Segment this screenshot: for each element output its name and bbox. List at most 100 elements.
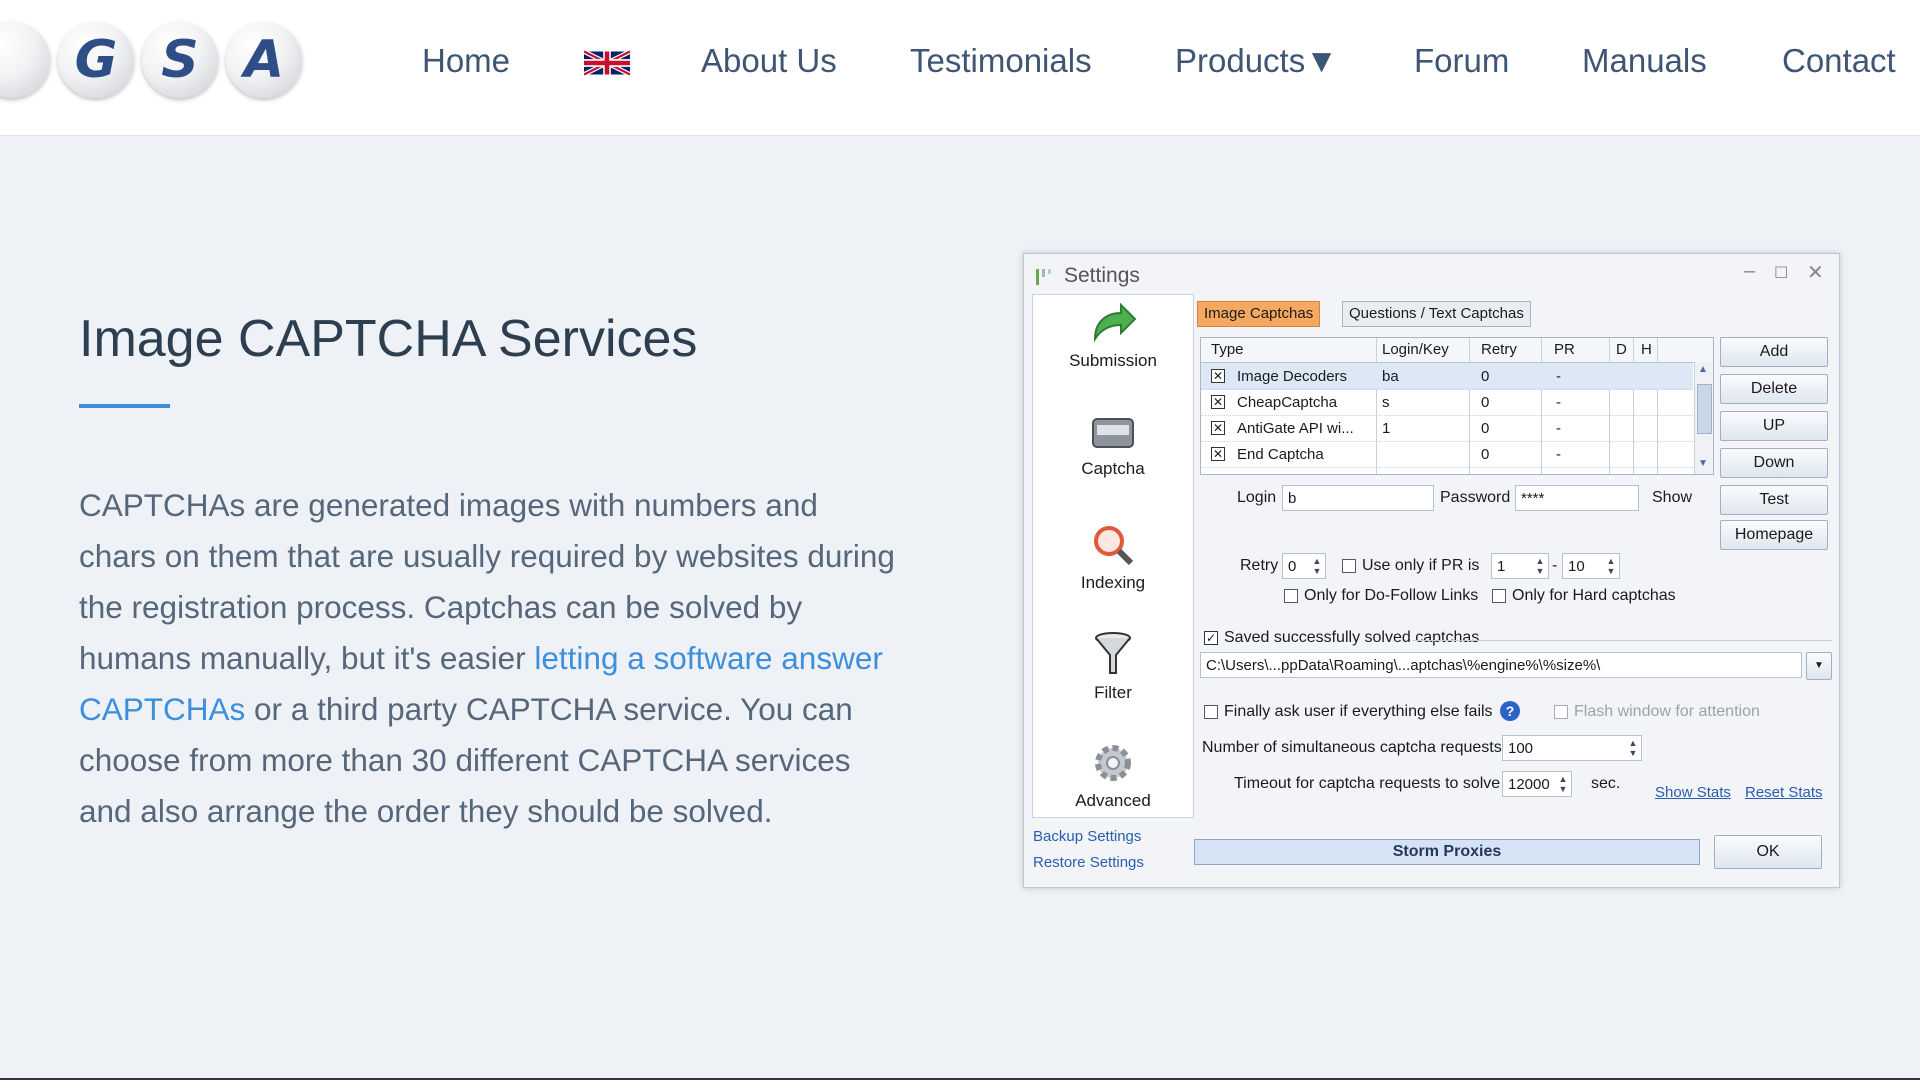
storm-proxies-banner[interactable]: Storm Proxies [1194, 839, 1700, 865]
logo-letter: S [142, 22, 218, 98]
use-only-if-pr-checkbox[interactable] [1342, 559, 1356, 573]
tab-questions-text-captchas[interactable]: Questions / Text Captchas [1342, 301, 1531, 327]
sidebar-item-label: Advanced [1075, 791, 1151, 810]
saved-solved-label: Saved successfully solved captchas [1224, 629, 1480, 646]
test-button[interactable]: Test [1720, 485, 1828, 515]
column-header-pr[interactable]: PR [1554, 341, 1575, 358]
nav-home[interactable]: Home [422, 42, 510, 80]
close-icon[interactable]: ✕ [1807, 260, 1824, 285]
column-header-d[interactable]: D [1616, 341, 1627, 358]
up-button[interactable]: UP [1720, 411, 1828, 441]
simultaneous-requests-label: Number of simultaneous captcha requests [1202, 739, 1502, 756]
scroll-thumb[interactable] [1697, 384, 1712, 434]
row-type: CheapCaptcha [1237, 394, 1338, 411]
nav-contact[interactable]: Contact [1782, 42, 1896, 80]
table-row[interactable]: ✕ Image Decoders ba 0 - [1201, 363, 1693, 390]
table-row[interactable]: ✕ End Captcha 0 - [1201, 441, 1693, 468]
column-header-h[interactable]: H [1641, 341, 1652, 358]
password-label: Password [1440, 489, 1511, 506]
homepage-button[interactable]: Homepage [1720, 520, 1828, 550]
simultaneous-requests-stepper[interactable]: 100 ▲ ▼ [1502, 735, 1642, 761]
row-login: 1 [1382, 420, 1391, 437]
gsa-logo[interactable]: G S A [0, 22, 310, 98]
retry-value: 0 [1288, 558, 1297, 575]
row-type: AntiGate API wi... [1237, 420, 1354, 437]
password-input[interactable]: **** [1515, 485, 1639, 511]
row-retry: 0 [1481, 420, 1490, 437]
simultaneous-requests-value: 100 [1508, 740, 1534, 757]
row-type: End Captcha [1237, 446, 1324, 463]
saved-solved-checkbox-checked[interactable]: ✓ [1204, 631, 1218, 645]
retry-label: Retry [1240, 557, 1279, 574]
flash-window-checkbox[interactable] [1554, 705, 1568, 719]
spin-arrows-icon[interactable]: ▲ ▼ [1626, 738, 1640, 758]
row-checkbox-checked[interactable]: ✕ [1211, 395, 1225, 409]
sidebar-item-submission[interactable]: Submission [1033, 303, 1193, 371]
row-type: Image Decoders [1237, 368, 1348, 385]
row-checkbox-checked[interactable]: ✕ [1211, 421, 1225, 435]
timeout-label: Timeout for captcha requests to solve [1234, 775, 1501, 792]
nav-about-us[interactable]: About Us [701, 42, 837, 80]
sidebar-item-label: Filter [1094, 683, 1132, 702]
row-retry: 0 [1481, 394, 1490, 411]
funnel-icon [1095, 632, 1131, 674]
delete-button[interactable]: Delete [1720, 374, 1828, 404]
table-scrollbar[interactable]: ▲ ▼ [1694, 362, 1713, 474]
sidebar-item-indexing[interactable]: Indexing [1033, 523, 1193, 593]
row-retry: 0 [1481, 368, 1490, 385]
spin-arrows-icon[interactable]: ▲ ▼ [1604, 556, 1618, 576]
nav-forum[interactable]: Forum [1414, 42, 1509, 80]
row-pr: - [1556, 446, 1561, 463]
table-row[interactable]: ✕ AntiGate API wi... 1 0 - [1201, 415, 1693, 442]
path-dropdown-chevron-icon[interactable]: ▼ [1806, 652, 1832, 680]
green-arrow-icon [1093, 303, 1137, 343]
table-row[interactable]: ✕ CheapCaptcha s 0 - [1201, 389, 1693, 416]
nav-products-dropdown[interactable]: Products▼ [1175, 42, 1338, 80]
spin-arrows-icon[interactable]: ▲ ▼ [1310, 556, 1324, 576]
only-hard-captchas-label: Only for Hard captchas [1512, 587, 1676, 604]
only-hard-captchas-checkbox[interactable] [1492, 589, 1506, 603]
saved-path-input[interactable]: C:\Users\...ppData\Roaming\...aptchas\%e… [1200, 652, 1802, 678]
row-checkbox-checked[interactable]: ✕ [1211, 447, 1225, 461]
only-dofollow-checkbox[interactable] [1284, 589, 1298, 603]
row-pr: - [1556, 368, 1561, 385]
login-input[interactable]: b [1282, 485, 1434, 511]
down-button[interactable]: Down [1720, 448, 1828, 478]
column-header-type[interactable]: Type [1211, 341, 1244, 358]
backup-settings-link[interactable]: Backup Settings [1033, 828, 1141, 845]
sidebar-item-captcha[interactable]: Captcha [1033, 413, 1193, 479]
add-button[interactable]: Add [1720, 337, 1828, 367]
timeout-value: 12000 [1508, 776, 1550, 793]
help-icon[interactable]: ? [1500, 701, 1520, 721]
spin-arrows-icon[interactable]: ▲ ▼ [1533, 556, 1547, 576]
logo-letter: A [226, 22, 302, 98]
sidebar-item-filter[interactable]: Filter [1033, 631, 1193, 703]
nav-testimonials[interactable]: Testimonials [910, 42, 1092, 80]
sidebar-item-label: Indexing [1080, 573, 1146, 592]
tab-image-captchas[interactable]: Image Captchas [1197, 301, 1321, 327]
spin-arrows-icon[interactable]: ▲ ▼ [1556, 774, 1570, 794]
scroll-up-icon[interactable]: ▲ [1698, 364, 1708, 375]
pr-to-stepper[interactable]: 10 ▲ ▼ [1562, 553, 1620, 579]
sidebar-item-advanced[interactable]: Advanced [1033, 741, 1193, 811]
minimize-icon[interactable]: – [1744, 260, 1755, 283]
group-divider [1412, 640, 1832, 641]
show-password-label[interactable]: Show [1652, 489, 1692, 507]
show-stats-link[interactable]: Show Stats [1655, 784, 1731, 801]
column-header-retry[interactable]: Retry [1481, 341, 1517, 358]
row-retry: 0 [1481, 446, 1490, 463]
pr-from-stepper[interactable]: 1 ▲ ▼ [1491, 553, 1549, 579]
timeout-stepper[interactable]: 12000 ▲ ▼ [1502, 771, 1572, 797]
uk-flag-icon[interactable] [584, 50, 630, 76]
ok-button[interactable]: OK [1714, 835, 1822, 869]
maximize-icon[interactable]: ☐ [1774, 263, 1788, 283]
reset-stats-link[interactable]: Reset Stats [1745, 784, 1823, 801]
row-checkbox-checked[interactable]: ✕ [1211, 369, 1225, 383]
nav-manuals[interactable]: Manuals [1582, 42, 1707, 80]
restore-settings-link[interactable]: Restore Settings [1033, 854, 1144, 871]
finally-ask-checkbox[interactable] [1204, 705, 1218, 719]
retry-stepper[interactable]: 0 ▲ ▼ [1282, 553, 1326, 579]
gear-icon [1095, 745, 1131, 781]
scroll-down-icon[interactable]: ▼ [1698, 458, 1708, 469]
column-header-login[interactable]: Login/Key [1382, 341, 1449, 358]
